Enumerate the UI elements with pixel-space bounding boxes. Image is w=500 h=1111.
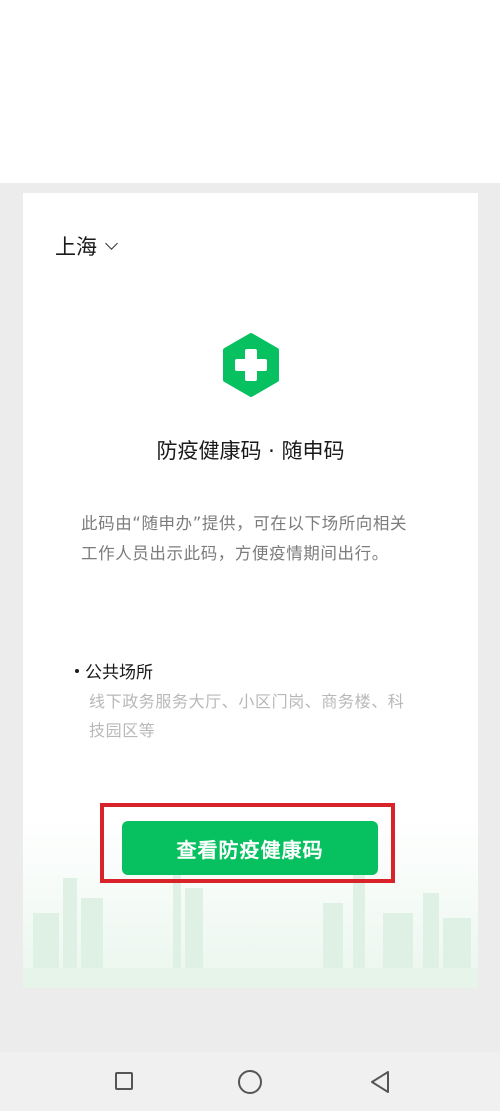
city-selector[interactable]: 上海 [55, 231, 118, 261]
card-description: 此码由“随申办”提供，可在以下场所向相关工作人员出示此码，方便疫情期间出行。 [81, 514, 408, 563]
square-icon[interactable] [115, 1072, 133, 1090]
bullet-dot-icon [75, 668, 79, 673]
system-nav-bar [0, 1052, 500, 1111]
health-cross-icon [223, 333, 279, 397]
highlight-box [100, 803, 395, 883]
section-public-places: 公共场所 [75, 658, 153, 683]
health-code-card: 上海 防疫健康码 · 随申码 此码由“随申办”提供，可在以下场所向相关工作人员出… [23, 193, 478, 988]
section-title: 公共场所 [85, 663, 153, 683]
section-description: 线下政务服务大厅、小区门岗、商务楼、科技园区等 [89, 692, 405, 740]
circle-icon[interactable] [238, 1070, 262, 1094]
top-blank-area [0, 0, 500, 183]
chevron-down-icon [105, 236, 118, 250]
triangle-back-icon[interactable] [366, 1068, 396, 1096]
city-label: 上海 [55, 235, 97, 259]
card-title: 防疫健康码 · 随申码 [156, 439, 345, 463]
